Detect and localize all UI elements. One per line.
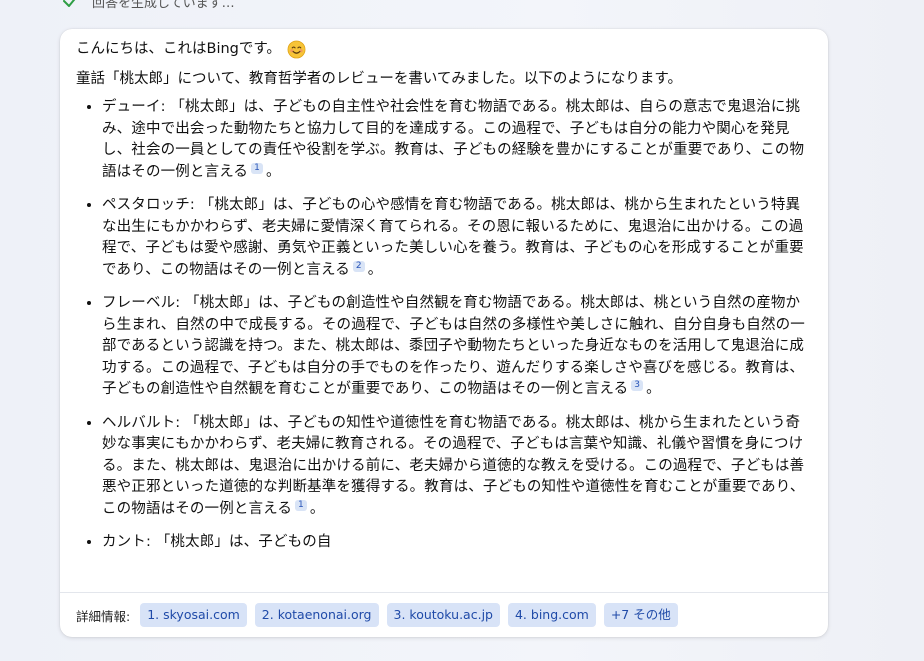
citation-link[interactable]: 1	[251, 162, 263, 174]
smiling-face-icon	[287, 40, 306, 59]
more-sources-button[interactable]: +7 その他	[603, 603, 678, 627]
bing-response-card: こんにちは、これはBingです。 童話「桃太郎」について、教育哲学者のレビューを…	[60, 29, 828, 637]
generation-status: 回答を生成しています…	[60, 0, 235, 12]
sentence-end: 。	[265, 163, 281, 180]
list-item: カント: 「桃太郎」は、子どもの自	[102, 532, 808, 554]
intro-text: 童話「桃太郎」について、教育哲学者のレビューを書いてみました。以下のようになりま…	[76, 71, 682, 87]
list-item: ペスタロッチ: 「桃太郎」は、子どもの心や感情を育む物語である。桃太郎は、桃から…	[102, 195, 808, 281]
source-link-skyosai[interactable]: 1. skyosai.com	[140, 603, 247, 627]
sentence-end: 。	[646, 381, 661, 397]
sentence-end: 。	[309, 500, 325, 517]
list-item: ヘルバルト: 「桃太郎」は、子どもの知性や道徳性を育む物語である。桃太郎は、桃か…	[102, 413, 808, 521]
review-text: カント: 「桃太郎」は、子どもの自	[102, 534, 332, 550]
source-link-bing[interactable]: 4. bing.com	[507, 603, 596, 627]
learn-more-footer: 詳細情報: 1. skyosai.com 2. kotaenonai.org 3…	[76, 603, 678, 627]
check-icon	[60, 0, 82, 12]
footer-divider	[60, 592, 828, 593]
source-link-koutoku[interactable]: 3. koutoku.ac.jp	[386, 603, 500, 627]
source-link-kotaenonai[interactable]: 2. kotaenonai.org	[254, 603, 379, 627]
review-text: デューイ: 「桃太郎」は、子どもの自主性や社会性を育む物語である。桃太郎は、自ら…	[102, 99, 805, 180]
greeting-text: こんにちは、これはBingです。	[76, 41, 281, 57]
chat-page: 回答を生成しています… こんにちは、これはBingです。 童話「桃太郎」について…	[0, 0, 924, 661]
review-text: フレーベル: 「桃太郎」は、子どもの創造性や自然観を育む物語である。桃太郎は、桃…	[102, 295, 805, 397]
review-text: ヘルバルト: 「桃太郎」は、子どもの知性や道徳性を育む物語である。桃太郎は、桃か…	[102, 414, 805, 517]
citation-link[interactable]: 2	[352, 260, 365, 272]
greeting-line: こんにちは、これはBingです。	[76, 39, 808, 59]
learn-more-label: 詳細情報:	[76, 608, 131, 624]
citation-link[interactable]: 1	[295, 499, 307, 511]
status-text: 回答を生成しています…	[92, 0, 235, 11]
sentence-end: 。	[367, 261, 383, 278]
review-text: ペスタロッチ: 「桃太郎」は、子どもの心や感情を育む物語である。桃太郎は、桃から…	[102, 197, 804, 278]
list-item: デューイ: 「桃太郎」は、子どもの自主性や社会性を育む物語である。桃太郎は、自ら…	[102, 97, 808, 183]
citation-link[interactable]: 3	[631, 380, 644, 391]
review-list: デューイ: 「桃太郎」は、子どもの自主性や社会性を育む物語である。桃太郎は、自ら…	[76, 97, 808, 554]
list-item: フレーベル: 「桃太郎」は、子どもの創造性や自然観を育む物語である。桃太郎は、桃…	[102, 293, 808, 401]
